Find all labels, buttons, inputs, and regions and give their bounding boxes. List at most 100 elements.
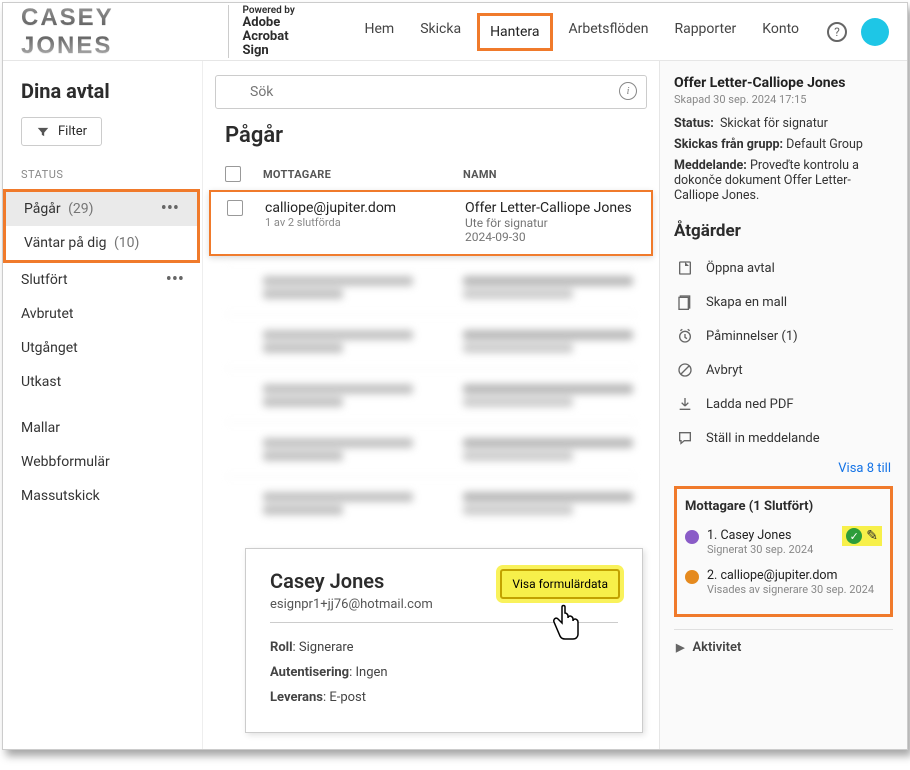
rp-group-label: Skickas från grupp:	[674, 137, 783, 152]
recipient-item[interactable]: 2. calliope@jupiter.dom Visades av signe…	[685, 562, 882, 602]
sidebar-item-webbformular[interactable]: Webbformulär	[3, 445, 202, 479]
nav-hem[interactable]: Hem	[355, 13, 405, 51]
main-content: i Pågår MOTTAGARE NAMN calliope@jupiter.…	[203, 61, 659, 749]
recipient-sub: Signerat 30 sep. 2024	[707, 543, 813, 556]
recipient-name: calliope@jupiter.dom	[720, 568, 837, 583]
powered-label: Powered by	[243, 5, 317, 16]
sidebar-item-vantar[interactable]: Väntar på dig (10)	[6, 226, 197, 260]
sidebar-item-count: (10)	[114, 235, 139, 251]
search-input[interactable]	[215, 75, 647, 109]
action-cancel[interactable]: Avbryt	[674, 353, 893, 387]
sidebar-item-label: Utkast	[21, 374, 61, 390]
recipient-detail-card: Casey Jones esignpr1+jj76@hotmail.com Ro…	[245, 548, 643, 733]
actions-heading: Åtgärder	[674, 221, 893, 241]
rp-created: Skapad 30 sep. 2024 17:15	[674, 93, 893, 106]
clock-icon	[676, 328, 694, 344]
action-label: Påminnelser (1)	[706, 329, 798, 344]
filter-label: Filter	[58, 124, 87, 139]
sidebar-item-massutskick[interactable]: Massutskick	[3, 479, 202, 513]
auth-label: Autentisering	[270, 665, 349, 680]
action-reminders[interactable]: Påminnelser (1)	[674, 319, 893, 353]
sidebar-item-label: Väntar på dig	[24, 235, 106, 251]
recipients-heading: Mottagare (1 Slutfört)	[685, 499, 882, 514]
action-download[interactable]: Ladda ned PDF	[674, 387, 893, 421]
sidebar-item-label: Pågår	[24, 201, 61, 217]
info-icon[interactable]: i	[619, 82, 637, 100]
action-label: Skapa en mall	[706, 295, 787, 310]
action-label: Avbryt	[706, 363, 743, 378]
activity-toggle[interactable]: ▶ Aktivitet	[674, 629, 893, 665]
sidebar-item-label: Webbformulär	[21, 454, 110, 470]
agreement-row[interactable]: calliope@jupiter.dom 1 av 2 slutförda Of…	[209, 190, 653, 256]
app-header: CASEY JONES Powered by AdobeAcrobat Sign…	[3, 3, 907, 61]
blurred-rows	[203, 260, 659, 530]
recipient-num: 1.	[707, 528, 717, 543]
status-heading: STATUS	[3, 160, 202, 189]
role-label: Roll	[270, 640, 293, 655]
rp-title: Offer Letter-Calliope Jones	[674, 75, 893, 91]
sidebar-item-label: Utgånget	[21, 340, 78, 356]
sidebar-item-mallar[interactable]: Mallar	[3, 411, 202, 445]
sidebar-item-avbrutet[interactable]: Avbrutet	[3, 297, 202, 331]
recipient-dot-icon	[685, 570, 699, 584]
sidebar-item-utkast[interactable]: Utkast	[3, 365, 202, 399]
action-template[interactable]: Skapa en mall	[674, 285, 893, 319]
powered-by: Powered by AdobeAcrobat Sign	[228, 5, 317, 59]
page-title: Pågår	[203, 119, 659, 160]
nav-konto[interactable]: Konto	[752, 13, 809, 51]
sidebar-item-count: (29)	[68, 201, 93, 217]
role-value: Signerare	[299, 640, 354, 655]
delivery-label: Leverans	[270, 690, 323, 705]
action-note[interactable]: Ställ in meddelande	[674, 421, 893, 455]
nav-skicka[interactable]: Skicka	[410, 13, 471, 51]
sidebar-item-pagar[interactable]: Pågår (29) •••	[6, 192, 197, 226]
nav-arbetsfloden[interactable]: Arbetsflöden	[559, 13, 659, 51]
brand-logo: CASEY JONES	[21, 4, 210, 60]
row-date: 2024-09-30	[465, 230, 651, 244]
table-header: MOTTAGARE NAMN	[203, 160, 659, 188]
action-label: Ställ in meddelande	[706, 431, 820, 446]
sidebar: Dina avtal Filter STATUS Pågår (29) ••• …	[3, 61, 203, 749]
user-avatar[interactable]	[861, 18, 889, 46]
action-open[interactable]: Öppna avtal	[674, 251, 893, 285]
nav-rapporter[interactable]: Rapporter	[664, 13, 746, 51]
sidebar-item-label: Mallar	[21, 420, 60, 436]
filter-icon	[36, 125, 50, 139]
action-label: Ladda ned PDF	[706, 397, 794, 412]
select-all-checkbox[interactable]	[225, 166, 241, 182]
col-name[interactable]: NAMN	[463, 168, 637, 181]
template-icon	[676, 294, 694, 310]
sidebar-item-utganget[interactable]: Utgånget	[3, 331, 202, 365]
rp-status-label: Status:	[674, 116, 714, 131]
sidebar-item-label: Massutskick	[21, 488, 100, 504]
recipients-section: Mottagare (1 Slutfört) 1. Casey Jones Si…	[674, 486, 893, 617]
show-more-link[interactable]: Visa 8 till	[674, 455, 893, 480]
top-nav: Hem Skicka Hantera Arbetsflöden Rapporte…	[355, 13, 810, 51]
view-form-data-button[interactable]: Visa formulärdata	[500, 569, 620, 599]
sidebar-item-label: Avbrutet	[21, 306, 73, 322]
row-status: Ute för signatur	[465, 216, 651, 230]
pen-icon: ✎	[866, 528, 878, 544]
recipient-item[interactable]: 1. Casey Jones Signerat 30 sep. 2024 ✓ ✎	[685, 522, 882, 562]
download-icon	[676, 396, 694, 412]
recipient-name: Casey Jones	[720, 528, 791, 543]
col-recipient[interactable]: MOTTAGARE	[263, 168, 463, 181]
note-icon	[676, 430, 694, 446]
highlighted-status-group: Pågår (29) ••• Väntar på dig (10)	[3, 189, 200, 263]
check-circle-icon: ✓	[846, 528, 862, 544]
nav-hantera[interactable]: Hantera	[477, 13, 552, 51]
chevron-right-icon: ▶	[676, 641, 684, 654]
row-progress: 1 av 2 slutförda	[265, 216, 465, 229]
rp-status-value: Skickat för signatur	[720, 116, 828, 131]
help-icon[interactable]: ?	[827, 22, 847, 42]
open-icon	[676, 260, 694, 276]
row-checkbox[interactable]	[227, 200, 243, 216]
rp-message-label: Meddelande:	[674, 158, 747, 173]
cancel-icon	[676, 362, 694, 378]
filter-button[interactable]: Filter	[21, 117, 102, 146]
auth-value: Ingen	[355, 665, 387, 680]
right-panel: Offer Letter-Calliope Jones Skapad 30 se…	[659, 61, 907, 749]
recipient-dot-icon	[685, 530, 699, 544]
sidebar-item-label: Slutfört	[21, 272, 68, 288]
sidebar-item-slutfort[interactable]: Slutfört •••	[3, 263, 202, 297]
